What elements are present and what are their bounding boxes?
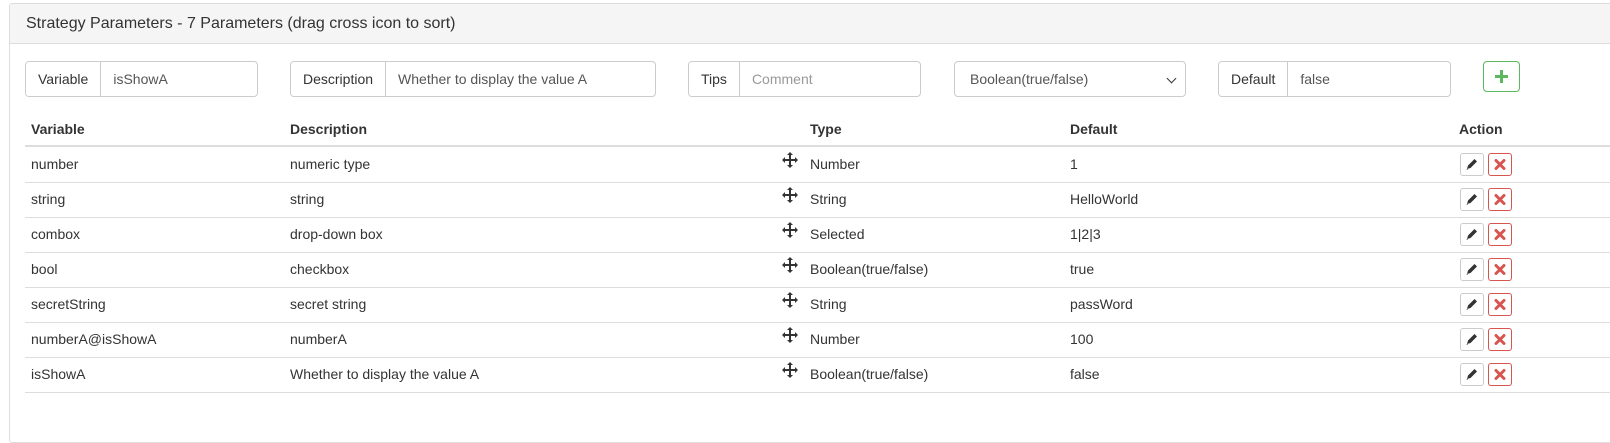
header-action: Action [1459, 121, 1503, 137]
cell-description: secret string [290, 296, 367, 312]
edit-button[interactable] [1460, 188, 1484, 211]
cell-variable: number [31, 156, 79, 172]
cell-variable: secretString [31, 296, 106, 312]
pencil-icon [1466, 334, 1477, 345]
delete-button[interactable] [1488, 223, 1512, 246]
close-icon [1494, 369, 1506, 380]
table-row: string string String HelloWorld [25, 182, 1610, 218]
table-row: bool checkbox Boolean(true/false) true [25, 252, 1610, 288]
edit-button[interactable] [1460, 293, 1484, 316]
variable-input[interactable]: isShowA [101, 62, 257, 96]
cell-default: passWord [1070, 296, 1133, 312]
delete-button[interactable] [1488, 328, 1512, 351]
edit-button[interactable] [1460, 328, 1484, 351]
chevron-down-icon [1166, 73, 1177, 84]
pencil-icon [1466, 229, 1477, 240]
cell-default: false [1070, 366, 1100, 382]
cell-type: String [810, 191, 847, 207]
move-icon[interactable] [782, 327, 798, 343]
tips-addon: Tips [689, 62, 740, 96]
edit-button[interactable] [1460, 363, 1484, 386]
close-icon [1494, 299, 1506, 310]
close-icon [1494, 334, 1506, 345]
cell-variable: string [31, 191, 66, 207]
default-input[interactable]: false [1288, 62, 1450, 96]
panel-title: Strategy Parameters - 7 Parameters (drag… [10, 4, 1610, 44]
table-row: secretString secret string String passWo… [25, 287, 1610, 323]
pencil-icon [1466, 194, 1477, 205]
pencil-icon [1466, 299, 1477, 310]
cell-type: String [810, 296, 847, 312]
close-icon [1494, 264, 1506, 275]
cell-description: numberA [290, 331, 347, 347]
close-icon [1494, 159, 1506, 170]
cell-type: Boolean(true/false) [810, 261, 929, 277]
cell-variable: numberA@isShowA [31, 331, 157, 347]
cell-variable: bool [31, 261, 58, 277]
header-description: Description [290, 121, 368, 137]
delete-button[interactable] [1488, 258, 1512, 281]
pencil-icon [1466, 369, 1477, 380]
move-icon[interactable] [782, 152, 798, 168]
table-row: number numeric type Number 1 [25, 147, 1610, 183]
type-select-value: Boolean(true/false) [970, 71, 1089, 87]
cell-variable: combox [31, 226, 81, 242]
description-input[interactable]: Whether to display the value A [386, 62, 655, 96]
cell-default: 1|2|3 [1070, 226, 1101, 242]
cell-description: drop-down box [290, 226, 383, 242]
header-variable: Variable [31, 121, 85, 137]
table-row: numberA@isShowA numberA Number 100 [25, 322, 1610, 358]
move-icon[interactable] [782, 292, 798, 308]
tips-input[interactable]: Comment [740, 62, 920, 96]
delete-button[interactable] [1488, 363, 1512, 386]
cell-description: numeric type [290, 156, 371, 172]
tips-input-group: Tips Comment [688, 61, 921, 97]
delete-button[interactable] [1488, 188, 1512, 211]
move-icon[interactable] [782, 222, 798, 238]
header-type: Type [810, 121, 842, 137]
description-addon: Description [291, 62, 387, 96]
table-row: combox drop-down box Selected 1|2|3 [25, 217, 1610, 253]
cell-default: 1 [1070, 156, 1078, 172]
type-select[interactable]: Boolean(true/false) [954, 61, 1186, 97]
edit-button[interactable] [1460, 223, 1484, 246]
variable-input-group: Variable isShowA [25, 61, 258, 97]
close-icon [1494, 194, 1506, 205]
cell-description: checkbox [290, 261, 350, 277]
close-icon [1494, 229, 1506, 240]
cell-default: HelloWorld [1070, 191, 1139, 207]
add-parameter-button[interactable] [1483, 61, 1520, 92]
edit-button[interactable] [1460, 153, 1484, 176]
move-icon[interactable] [782, 257, 798, 273]
cell-type: Selected [810, 226, 865, 242]
default-addon: Default [1219, 62, 1289, 96]
pencil-icon [1466, 159, 1477, 170]
table-row: isShowA Whether to display the value A B… [25, 357, 1610, 393]
cell-type: Number [810, 331, 860, 347]
cell-default: 100 [1070, 331, 1094, 347]
header-default: Default [1070, 121, 1118, 137]
default-input-group: Default false [1218, 61, 1451, 97]
cell-type: Boolean(true/false) [810, 366, 929, 382]
move-icon[interactable] [782, 362, 798, 378]
delete-button[interactable] [1488, 293, 1512, 316]
edit-button[interactable] [1460, 258, 1484, 281]
cell-variable: isShowA [31, 366, 86, 382]
cell-default: true [1070, 261, 1095, 277]
cell-description: Whether to display the value A [290, 366, 480, 382]
delete-button[interactable] [1488, 153, 1512, 176]
variable-addon: Variable [26, 62, 102, 96]
cell-description: string [290, 191, 325, 207]
cell-type: Number [810, 156, 860, 172]
description-input-group: Description Whether to display the value… [290, 61, 656, 97]
move-icon[interactable] [782, 187, 798, 203]
pencil-icon [1466, 264, 1477, 275]
